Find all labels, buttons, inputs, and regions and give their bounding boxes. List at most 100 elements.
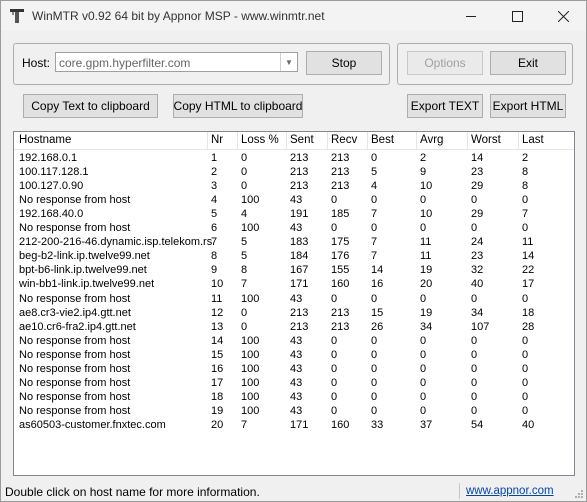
column-divider[interactable] xyxy=(518,132,519,149)
cell-recv: 175 xyxy=(331,236,350,249)
table-row[interactable]: No response from host 14 100 43 0 0 0 0 0 xyxy=(14,334,574,348)
column-header-loss[interactable]: Loss % xyxy=(241,134,279,146)
table-row[interactable]: No response from host 6 100 43 0 0 0 0 0 xyxy=(14,221,574,235)
cell-sent: 213 xyxy=(290,320,309,333)
stop-button[interactable]: Stop xyxy=(306,51,382,75)
table-row[interactable]: as60503-customer.fnxtec.com 20 7 171 160 33 37… xyxy=(14,418,574,432)
table-row[interactable]: 100.127.0.90 3 0 213 213 4 10 29 8 xyxy=(14,179,574,193)
table-row[interactable]: ae8.cr3-vie2.ip4.gtt.net 12 0 213 213 15 19 34 1… xyxy=(14,306,574,320)
column-header-nr[interactable]: Nr xyxy=(211,134,223,146)
cell-recv: 160 xyxy=(331,278,350,291)
column-divider[interactable] xyxy=(367,132,368,149)
cell-worst: 0 xyxy=(471,376,478,389)
cell-nr: 1 xyxy=(211,152,218,164)
cell-hostname: No response from host xyxy=(19,292,131,305)
table-row[interactable]: 192.168.40.0 5 4 191 185 7 10 29 7 xyxy=(14,207,574,221)
cell-avrg: 11 xyxy=(420,250,432,263)
cell-avrg: 0 xyxy=(420,376,427,389)
cell-nr: 13 xyxy=(211,320,224,333)
cell-avrg: 9 xyxy=(420,166,427,179)
column-divider[interactable] xyxy=(207,132,208,149)
cell-hostname: beg-b2-link.ip.twelve99.net xyxy=(19,250,150,263)
minimize-button[interactable] xyxy=(448,1,494,31)
host-label: Host: xyxy=(22,56,51,70)
cell-recv: 0 xyxy=(331,376,338,389)
cell-avrg: 19 xyxy=(420,306,433,319)
table-row[interactable]: ae10.cr6-fra2.ip4.gtt.net 13 0 213 213 26 34 10… xyxy=(14,320,574,334)
column-header-worst[interactable]: Worst xyxy=(471,134,501,146)
export-text-button[interactable]: Export TEXT xyxy=(407,94,483,118)
cell-nr: 6 xyxy=(211,222,218,235)
column-header-sent[interactable]: Sent xyxy=(290,134,314,146)
table-row[interactable]: No response from host 15 100 43 0 0 0 0 0 xyxy=(14,348,574,362)
column-divider[interactable] xyxy=(237,132,238,149)
title-bar[interactable]: WinMTR v0.92 64 bit by Appnor MSP - www.… xyxy=(1,1,586,31)
column-header-avrg[interactable]: Avrg xyxy=(420,134,443,146)
cell-sent: 43 xyxy=(290,334,303,347)
cell-recv: 155 xyxy=(331,264,350,277)
cell-best: 4 xyxy=(371,180,378,193)
cell-hostname: No response from host xyxy=(19,390,131,403)
appnor-link[interactable]: www.appnor.com xyxy=(466,485,554,497)
table-row[interactable]: beg-b2-link.ip.twelve99.net 8 5 184 176 7 11 23… xyxy=(14,249,574,263)
table-row[interactable]: No response from host 19 100 43 0 0 0 0 0 xyxy=(14,404,574,418)
copy-html-button[interactable]: Copy HTML to clipboard xyxy=(173,94,303,118)
cell-best: 0 xyxy=(371,222,378,235)
cell-hostname: 100.127.0.90 xyxy=(19,180,84,193)
table-row[interactable]: No response from host 4 100 43 0 0 0 0 0 xyxy=(14,193,574,207)
cell-sent: 43 xyxy=(290,362,303,375)
column-divider[interactable] xyxy=(467,132,468,149)
host-value: core.gpm.hyperfilter.com xyxy=(59,56,191,70)
cell-last: 0 xyxy=(522,334,529,347)
cell-last: 11 xyxy=(522,236,534,249)
table-row[interactable]: win-bb1-link.ip.twelve99.net 10 7 171 160 16 2… xyxy=(14,277,574,291)
cell-best: 0 xyxy=(371,404,378,417)
column-header-hostname[interactable]: Hostname xyxy=(19,134,71,146)
cell-worst: 23 xyxy=(471,250,484,263)
table-row[interactable]: 192.168.0.1 1 0 213 213 0 2 14 2 xyxy=(14,151,574,165)
table-row[interactable]: No response from host 17 100 43 0 0 0 0 0 xyxy=(14,376,574,390)
column-divider[interactable] xyxy=(286,132,287,149)
cell-nr: 12 xyxy=(211,306,224,319)
cell-avrg: 0 xyxy=(420,390,427,403)
export-html-button[interactable]: Export HTML xyxy=(490,94,566,118)
cell-hostname: 212-200-216-46.dynamic.isp.telekom.rs xyxy=(19,236,213,249)
table-row[interactable]: bpt-b6-link.ip.twelve99.net 9 8 167 155 14 19 3… xyxy=(14,263,574,277)
winmtr-app-icon xyxy=(10,9,24,23)
table-row[interactable]: 100.117.128.1 2 0 213 213 5 9 23 8 xyxy=(14,165,574,179)
cell-last: 8 xyxy=(522,180,529,193)
table-row[interactable]: 212-200-216-46.dynamic.isp.telekom.rs 7 5 1… xyxy=(14,235,574,249)
cell-loss: 100 xyxy=(241,362,260,375)
cell-best: 0 xyxy=(371,348,378,361)
column-header-recv[interactable]: Recv xyxy=(331,134,357,146)
column-header-best[interactable]: Best xyxy=(371,134,394,146)
cell-sent: 43 xyxy=(290,390,303,403)
host-combobox[interactable]: core.gpm.hyperfilter.com ▼ xyxy=(55,52,298,72)
cell-loss: 5 xyxy=(241,250,248,263)
cell-loss: 100 xyxy=(241,390,260,403)
table-row[interactable]: No response from host 18 100 43 0 0 0 0 0 xyxy=(14,390,574,404)
table-row[interactable]: No response from host 16 100 43 0 0 0 0 0 xyxy=(14,362,574,376)
cell-last: 22 xyxy=(522,264,535,277)
chevron-down-icon[interactable]: ▼ xyxy=(280,53,297,71)
cell-last: 0 xyxy=(522,194,529,207)
column-header-last[interactable]: Last xyxy=(522,134,544,146)
cell-last: 18 xyxy=(522,306,535,319)
table-row[interactable]: No response from host 11 100 43 0 0 0 0 0 xyxy=(14,292,574,306)
cell-recv: 0 xyxy=(331,334,338,347)
exit-button[interactable]: Exit xyxy=(490,51,566,75)
maximize-button[interactable] xyxy=(494,1,540,31)
cell-recv: 0 xyxy=(331,362,338,375)
column-divider[interactable] xyxy=(327,132,328,149)
column-divider[interactable] xyxy=(416,132,417,149)
copy-text-button[interactable]: Copy Text to clipboard xyxy=(23,94,158,118)
cell-hostname: 100.117.128.1 xyxy=(19,166,89,179)
resize-grip-icon[interactable] xyxy=(574,489,584,499)
cell-avrg: 0 xyxy=(420,348,427,361)
results-table[interactable]: Hostname Nr Loss % Sent Recv Best Avrg Worst Las… xyxy=(13,131,575,476)
maximize-icon xyxy=(511,10,523,22)
status-bar: Double click on host name for more infor… xyxy=(1,479,586,501)
options-button[interactable]: Options xyxy=(407,51,483,75)
cell-sent: 171 xyxy=(290,278,309,291)
close-button[interactable] xyxy=(540,1,586,31)
